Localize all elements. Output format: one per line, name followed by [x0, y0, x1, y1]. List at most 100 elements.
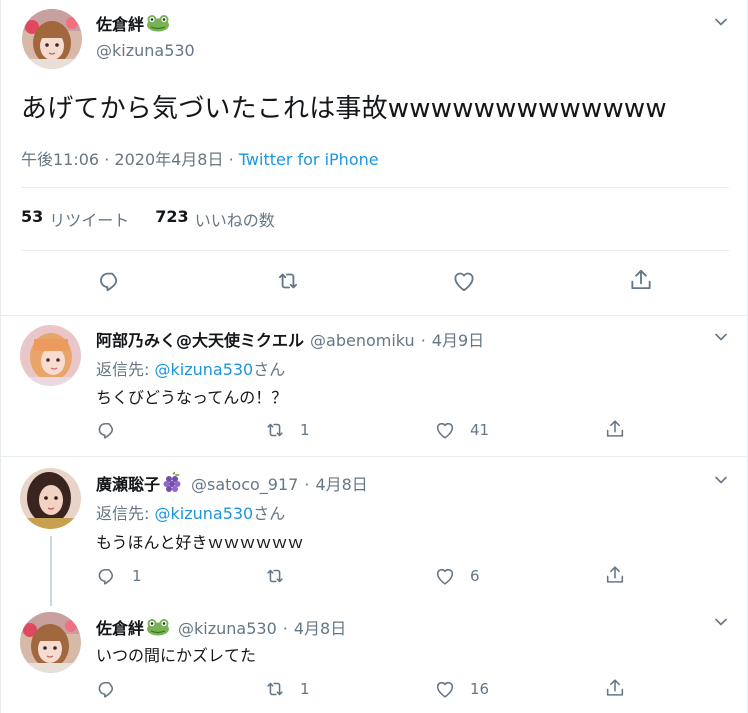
- reply-icon: [96, 419, 118, 441]
- heart-icon: [434, 419, 456, 441]
- tweet-date[interactable]: 2020年4月8日: [114, 150, 223, 169]
- share-button[interactable]: [604, 564, 626, 586]
- reply-display-name[interactable]: 阿部乃みく@大天使ミクエル: [96, 327, 304, 351]
- separator: ·: [304, 475, 310, 494]
- reply-button[interactable]: [96, 419, 128, 441]
- chevron-down-icon[interactable]: [713, 614, 729, 630]
- avatar-photo: [22, 9, 82, 69]
- tweet-client-link[interactable]: Twitter for iPhone: [239, 150, 379, 169]
- like-stat[interactable]: 723 いいねの数: [155, 207, 274, 231]
- avatar[interactable]: [20, 325, 81, 386]
- like-button[interactable]: 6: [434, 565, 480, 587]
- main-tweet: 佐倉絆 @kizuna530 あげてから気づいたこれは事故wwwwwwwwwww…: [1, 0, 748, 316]
- share-icon: [604, 418, 626, 440]
- reply-name-row: 廣瀬聡子 @satoco_917 · 4月8日: [96, 471, 368, 495]
- thread-line: [50, 536, 52, 606]
- reply-icon: [96, 565, 118, 587]
- reply-to: 返信先: @kizuna530さん: [96, 356, 285, 380]
- heart-icon: [434, 678, 456, 700]
- retweet-icon: [275, 268, 301, 294]
- tweet-text: あげてから気づいたこれは事故wwwwwwwwwwwww: [21, 94, 667, 124]
- reply-tweet[interactable]: 廣瀬聡子 @satoco_917 · 4月8日 返信先: @kizuna530さ…: [1, 458, 748, 606]
- reply-to-handle[interactable]: @kizuna530: [155, 360, 254, 379]
- share-button[interactable]: [604, 418, 626, 440]
- author-handle[interactable]: @kizuna530: [96, 41, 195, 60]
- frog-emoji-icon: [146, 618, 170, 636]
- reply-icon: [97, 268, 123, 294]
- retweet-button[interactable]: 1: [264, 419, 310, 441]
- like-label: いいねの数: [194, 211, 275, 230]
- share-button[interactable]: [628, 267, 654, 293]
- reply-to-label: 返信先:: [96, 504, 150, 523]
- reply-display-name[interactable]: 廣瀬聡子: [96, 471, 160, 495]
- reply-name-row: 佐倉絆 @kizuna530 · 4月8日: [96, 615, 346, 639]
- reply-name-row: 阿部乃みく@大天使ミクエル @abenomiku · 4月9日: [96, 327, 484, 351]
- like-button[interactable]: 41: [434, 419, 489, 441]
- retweet-button[interactable]: [264, 565, 300, 587]
- retweet-button[interactable]: 1: [264, 678, 310, 700]
- reply-text: もうほんと好きｗｗｗｗｗｗ: [96, 533, 304, 552]
- reply-handle[interactable]: @kizuna530: [178, 619, 277, 638]
- author-handle-row: @kizuna530: [96, 41, 195, 60]
- separator: ·: [420, 331, 426, 350]
- reply-to: 返信先: @kizuna530さん: [96, 500, 285, 524]
- reply-to-suffix: さん: [253, 360, 286, 379]
- avatar-photo: [20, 468, 81, 529]
- share-icon: [628, 267, 654, 293]
- grapes-emoji-icon: [163, 472, 183, 494]
- tweet-timestamp: 午後11:06 · 2020年4月8日 · Twitter for iPhone: [21, 146, 379, 170]
- chevron-down-icon[interactable]: [713, 14, 729, 30]
- reply-count: 1: [132, 567, 142, 585]
- retweet-count: 1: [300, 421, 310, 439]
- author-name-row: 佐倉絆: [96, 11, 170, 35]
- heart-icon: [434, 565, 456, 587]
- reply-button[interactable]: [97, 268, 123, 294]
- avatar-photo: [20, 612, 81, 673]
- reply-to-label: 返信先:: [96, 360, 150, 379]
- reply-tweet[interactable]: 佐倉絆 @kizuna530 · 4月8日 いつの間にかズレてた 1 16: [1, 600, 748, 713]
- tweet-time[interactable]: 午後11:06: [21, 150, 99, 169]
- retweet-icon: [264, 678, 286, 700]
- chevron-down-icon[interactable]: [713, 472, 729, 488]
- reply-text: ちくびどうなってんの！？: [96, 388, 288, 407]
- tweet-stats: 53 リツイート 723 いいねの数: [21, 207, 275, 231]
- reply-to-suffix: さん: [253, 504, 286, 523]
- reply-icon: [96, 678, 118, 700]
- reply-handle[interactable]: @satoco_917: [191, 475, 298, 494]
- separator: ·: [228, 150, 234, 169]
- avatar[interactable]: [20, 612, 81, 673]
- divider: [21, 187, 729, 188]
- reply-date[interactable]: 4月8日: [315, 471, 367, 495]
- retweet-count: 1: [300, 680, 310, 698]
- retweet-button[interactable]: [275, 268, 301, 294]
- reply-button[interactable]: 1: [96, 565, 142, 587]
- heart-icon: [451, 268, 477, 294]
- author-display-name[interactable]: 佐倉絆: [96, 11, 144, 35]
- avatar-photo: [20, 325, 81, 386]
- reply-handle[interactable]: @abenomiku: [310, 331, 415, 350]
- like-count: 41: [470, 421, 490, 439]
- retweet-icon: [264, 419, 286, 441]
- separator: ·: [104, 150, 110, 169]
- reply-tweet[interactable]: 阿部乃みく@大天使ミクエル @abenomiku · 4月9日 返信先: @ki…: [1, 317, 748, 457]
- reply-display-name[interactable]: 佐倉絆: [96, 615, 144, 639]
- like-count: 723: [155, 207, 189, 226]
- reply-button[interactable]: [96, 678, 132, 700]
- like-button[interactable]: [451, 268, 477, 294]
- reply-text: いつの間にかズレてた: [96, 646, 257, 665]
- avatar[interactable]: [22, 9, 82, 69]
- frog-emoji-icon: [146, 14, 170, 32]
- share-icon: [604, 677, 626, 699]
- share-icon: [604, 564, 626, 586]
- avatar[interactable]: [20, 468, 81, 529]
- chevron-down-icon[interactable]: [713, 329, 729, 345]
- share-button[interactable]: [604, 677, 626, 699]
- divider: [21, 250, 729, 251]
- like-button[interactable]: 16: [434, 678, 489, 700]
- retweet-icon: [264, 565, 286, 587]
- reply-date[interactable]: 4月9日: [432, 327, 484, 351]
- retweet-count: 53: [21, 207, 44, 226]
- reply-date[interactable]: 4月8日: [294, 615, 346, 639]
- retweet-stat[interactable]: 53 リツイート: [21, 207, 129, 231]
- reply-to-handle[interactable]: @kizuna530: [155, 504, 254, 523]
